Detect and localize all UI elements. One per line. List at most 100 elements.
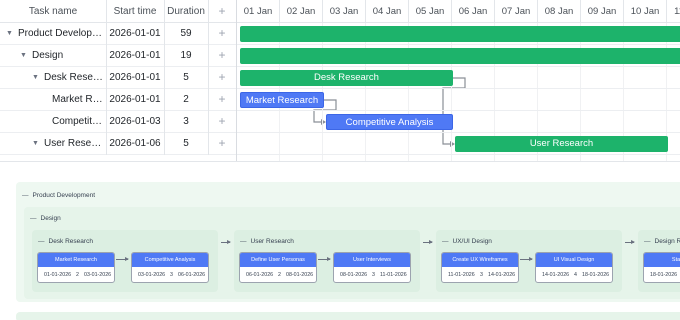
card-start: 08-01-2026 (340, 272, 368, 278)
card-meta: 11-01-2026 3 14-01-2026 (442, 267, 518, 282)
task-bar[interactable]: Design (240, 48, 680, 64)
add-subtask-button[interactable]: + (208, 23, 236, 44)
collapse-icon[interactable]: — (240, 238, 247, 245)
group-label-design: Design (40, 215, 61, 222)
group-connector-arrow (221, 240, 231, 244)
collapse-icon[interactable]: — (442, 238, 449, 245)
task-start: 2026-01-01 (109, 28, 161, 39)
caret-down-icon[interactable]: ▼ (32, 67, 39, 88)
timeline-day: 10 Jan (624, 0, 667, 23)
task-duration: 2 (183, 94, 189, 105)
group-label-text: UX/UI Design (452, 238, 492, 245)
card-start: 14-01-2026 (542, 272, 570, 278)
card-end: 11-01-2026 (380, 272, 407, 278)
task-name: Market Research (52, 94, 104, 105)
task-card[interactable]: Market Research 01-01-2026 2 03-01-2026 (37, 252, 115, 283)
task-name: User Research (44, 138, 104, 149)
card-meta: 08-01-2026 3 11-01-2026 (334, 267, 410, 282)
grid-column-divider (164, 23, 165, 155)
card-start: 18-01-2026 (650, 272, 678, 278)
task-card[interactable]: Stakeho 18-01-2026 (643, 252, 680, 283)
timeline-day: 03 Jan (323, 0, 366, 23)
task-card[interactable]: UI Visual Design 14-01-2026 4 18-01-2026 (535, 252, 613, 283)
column-header-task-name[interactable]: Task name (0, 0, 106, 23)
timeline-day: 04 Jan (366, 0, 409, 23)
group-desk-research: — Desk Research Market Research 01-01-2026 2… (32, 230, 218, 292)
add-subtask-button[interactable]: + (208, 89, 236, 110)
group-label: — UX/UI Design (442, 238, 492, 245)
task-card[interactable]: Define User Personas 06-01-2026 2 08-01-202… (239, 252, 317, 283)
timeline-body: Design Desk Research Market ResearchCompet… (237, 23, 680, 161)
card-start: 11-01-2026 (448, 272, 475, 278)
timeline-row (237, 111, 680, 133)
card-dur: 4 (574, 272, 577, 278)
card-title: User Interviews (334, 253, 410, 267)
add-task-header-button[interactable]: + (208, 0, 236, 23)
task-duration: 19 (180, 50, 192, 61)
card-end: 14-01-2026 (488, 272, 516, 278)
group-label-text: Desk Research (48, 238, 93, 245)
grid-column-divider (208, 23, 209, 155)
caret-down-icon[interactable]: ▼ (20, 45, 27, 66)
card-title: Create UX Wireframes (442, 253, 518, 267)
task-bar[interactable]: Desk Research (240, 70, 453, 86)
card-meta: 03-01-2026 3 06-01-2026 (132, 267, 208, 282)
card-end: 03-01-2026 (84, 272, 112, 278)
card-dur: 2 (76, 272, 79, 278)
collapse-icon[interactable]: — (644, 238, 651, 245)
caret-down-icon[interactable]: ▼ (6, 23, 13, 44)
task-bar[interactable]: Competitive Analysis (326, 114, 453, 130)
card-start: 01-01-2026 (44, 272, 72, 278)
add-subtask-button[interactable]: + (208, 45, 236, 66)
gantt-chart: Task name Start time Duration + ▼ Product… (0, 0, 680, 162)
collapse-icon[interactable]: — (38, 238, 45, 245)
collapse-icon[interactable]: — (30, 215, 37, 222)
card-title: Market Research (38, 253, 114, 267)
timeline-day: 11 Jan (667, 0, 680, 23)
hierarchy-diagram: — Product Development — Design — Desk Resea… (0, 162, 680, 320)
add-subtask-button[interactable]: + (208, 67, 236, 88)
task-duration: 5 (183, 138, 189, 149)
task-row[interactable]: ▼ Desk Research 2026-01-01 5 + (0, 67, 236, 89)
task-bar[interactable] (240, 26, 680, 42)
task-name: Product Development (18, 28, 104, 39)
task-row[interactable]: ▼ Product Development 2026-01-01 59 + (0, 23, 236, 45)
task-duration: 5 (183, 72, 189, 83)
task-card[interactable]: Create UX Wireframes 11-01-2026 3 14-01-202… (441, 252, 519, 283)
caret-down-icon[interactable]: ▼ (32, 133, 39, 154)
card-dur: 2 (278, 272, 281, 278)
grid-column-divider (106, 23, 107, 155)
collapse-icon[interactable]: — (22, 192, 29, 199)
task-start: 2026-01-01 (109, 94, 161, 105)
task-name: Desk Research (44, 72, 104, 83)
gantt-app: Task name Start time Duration + ▼ Product… (0, 0, 680, 320)
task-bar[interactable]: User Research (455, 136, 668, 152)
task-row[interactable]: Competitive Analysis 2026-01-03 3 + (0, 111, 236, 133)
task-start: 2026-01-01 (109, 50, 161, 61)
group-label-text: Design Revi (654, 238, 680, 245)
group-design-revi: —Design Revi Stakeho 18-01-2026 (638, 230, 680, 292)
group-connector-arrow (625, 240, 635, 244)
column-header-duration[interactable]: Duration (164, 0, 208, 23)
task-bar[interactable]: Market Research (240, 92, 324, 108)
card-title: Stakeho (644, 253, 680, 267)
timeline-day: 07 Jan (495, 0, 538, 23)
task-name: Competitive Analysis (52, 116, 104, 127)
task-card[interactable]: Competitive Analysis 03-01-2026 3 06-01-202… (131, 252, 209, 283)
group-label: —Design Revi (644, 238, 680, 245)
task-row[interactable]: ▼ User Research 2026-01-06 5 + (0, 133, 236, 155)
task-card[interactable]: User Interviews 08-01-2026 3 11-01-2026 (333, 252, 411, 283)
column-header-start-time[interactable]: Start time (106, 0, 164, 23)
task-duration: 3 (183, 116, 189, 127)
card-start: 06-01-2026 (246, 272, 274, 278)
task-start: 2026-01-06 (109, 138, 161, 149)
add-subtask-button[interactable]: + (208, 133, 236, 154)
card-connector-arrow (520, 257, 533, 261)
task-row[interactable]: ▼ Design 2026-01-01 19 + (0, 45, 236, 67)
group-label-product-development: Product Development (32, 192, 96, 199)
card-connector-arrow (116, 257, 129, 261)
task-row[interactable]: Market Research 2026-01-01 2 + (0, 89, 236, 111)
timeline-day: 06 Jan (452, 0, 495, 23)
card-title: Competitive Analysis (132, 253, 208, 267)
add-subtask-button[interactable]: + (208, 111, 236, 132)
